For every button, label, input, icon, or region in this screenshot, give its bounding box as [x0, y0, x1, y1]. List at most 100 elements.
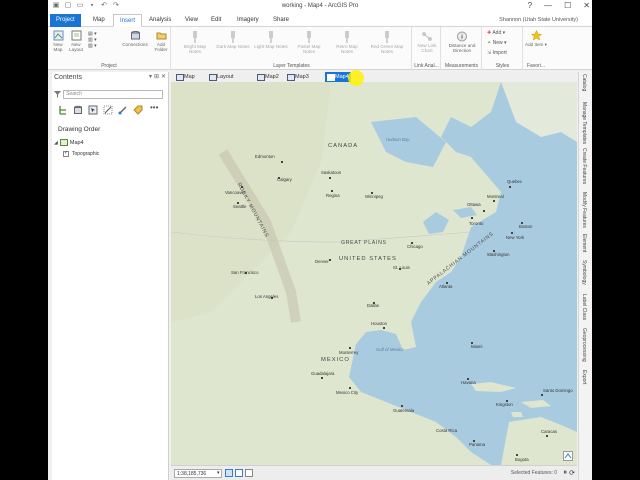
city-marker: [493, 200, 495, 202]
snapping-icon[interactable]: [118, 105, 128, 115]
light-map-notes-button[interactable]: Light Map Notes: [254, 31, 288, 49]
tab-project[interactable]: Project: [50, 14, 81, 27]
group-label-project: Project: [101, 63, 117, 69]
city-label: Ottawa: [467, 202, 481, 207]
city-label: Denver: [315, 259, 329, 264]
collapse-icon[interactable]: ◢: [54, 140, 58, 146]
city-label: Regina: [326, 193, 340, 198]
city-label: Miami: [471, 344, 483, 349]
label-great-plains: GREAT PLAINS: [341, 240, 387, 246]
selection-icon[interactable]: [88, 105, 98, 115]
view-tab-map[interactable]: Map: [174, 72, 195, 82]
pane-menu-icon[interactable]: ▾: [149, 72, 152, 83]
map-node[interactable]: ◢ Map4: [54, 139, 84, 146]
map-icon: [59, 139, 68, 146]
dock-tab-symbology[interactable]: Symbology: [581, 260, 587, 285]
new-layout-button[interactable]: New Layout: [67, 30, 85, 52]
dock-tab-label-class[interactable]: Label Class: [581, 294, 587, 320]
city-marker: [331, 190, 333, 192]
pause-drawing-icon[interactable]: ⏸: [564, 469, 568, 477]
dark-map-notes-button[interactable]: Dark Map Notes: [216, 31, 250, 49]
label-mexico: MEXICO: [321, 357, 350, 363]
city-marker: [483, 210, 485, 212]
new-style-button[interactable]: ✦ New ▾: [487, 40, 507, 46]
group-styles: ✚ Add ▾ ✦ New ▾ ⇲ Import Styles: [483, 27, 523, 70]
new-link-chart-button[interactable]: New Link Chart: [414, 31, 440, 53]
city-label: Vancouver: [225, 190, 246, 195]
close-button[interactable]: ✕: [583, 1, 590, 10]
city-marker: [546, 435, 548, 437]
dock-tab-geoprocessing[interactable]: Geoprocessing: [581, 328, 587, 362]
tab-edit[interactable]: Edit: [205, 14, 227, 27]
layer-visibility-checkbox[interactable]: [63, 150, 69, 157]
scale-dropdown-icon[interactable]: ▾: [217, 470, 220, 476]
distance-direction-button[interactable]: Distance and Direction: [443, 31, 481, 53]
city-label: Kingston: [496, 402, 513, 407]
connections-button[interactable]: Connections: [120, 30, 150, 47]
scale-input[interactable]: 1:38,185,736: [174, 469, 222, 478]
retro-map-notes-button[interactable]: Retro Map Notes: [330, 31, 364, 54]
group-project: New Map New Layout ▤ ▾ ▥ ▾ ▧ ▾ Connectio…: [48, 27, 171, 70]
add-folder-button[interactable]: Add Folder: [152, 30, 170, 52]
city-marker: [471, 217, 473, 219]
dock-tab-export[interactable]: Export: [581, 370, 587, 384]
layer-topographic[interactable]: Topographic: [63, 150, 99, 157]
dock-tab-element[interactable]: Element: [581, 234, 587, 252]
pin-icon[interactable]: ⊞: [154, 72, 159, 83]
pushpin-icon: [345, 31, 349, 43]
new-map-button[interactable]: New Map: [50, 30, 66, 52]
contents-header: Contents ▾ ⊞ ✕: [52, 72, 168, 83]
city-label: Monterrey: [339, 350, 359, 355]
toolbox-icon[interactable]: ▧ ▾: [88, 43, 97, 49]
help-button[interactable]: ?: [528, 1, 532, 10]
pushpin-icon: [307, 31, 311, 43]
bright-map-notes-button[interactable]: Bright Map Notes: [178, 31, 212, 54]
view-tab-map3[interactable]: Map3: [285, 72, 309, 82]
view-tab-map4[interactable]: Map4: [325, 72, 351, 82]
attribution-icon[interactable]: [563, 451, 573, 461]
search-input[interactable]: Search: [63, 90, 163, 99]
dock-tab-create-features[interactable]: Create Features: [581, 148, 587, 184]
dock-tab-modify-features[interactable]: Modify Features: [581, 192, 587, 228]
city-marker: [321, 377, 323, 379]
group-label-layer-templates: Layer Templates: [273, 63, 310, 69]
pastel-map-notes-button[interactable]: Pastel Map Notes: [292, 31, 326, 54]
city-label: Los Angeles: [255, 294, 279, 299]
tab-insert[interactable]: Insert: [113, 14, 143, 27]
city-label: Boston: [519, 224, 533, 229]
view-tab-map2[interactable]: Map2: [255, 72, 279, 82]
tab-imagery[interactable]: Imagery: [231, 14, 265, 27]
city-label: Chicago: [407, 244, 423, 249]
more-icon[interactable]: •••: [150, 104, 160, 115]
tab-analysis[interactable]: Analysis: [143, 14, 177, 27]
signed-in-user[interactable]: Shannon (Utah State University): [499, 17, 578, 23]
red-green-map-notes-button[interactable]: Red Green Map Notes: [368, 31, 406, 54]
filter-icon[interactable]: [54, 91, 61, 98]
rotation-icon[interactable]: [235, 469, 243, 477]
city-marker: [349, 347, 351, 349]
import-style-button[interactable]: ⇲ Import: [487, 50, 507, 56]
dock-tab-catalog[interactable]: Catalog: [581, 74, 587, 91]
data-source-icon[interactable]: [73, 105, 83, 115]
map-view[interactable]: CANADA UNITED STATES MEXICO GREAT PLAINS…: [171, 82, 577, 465]
add-item-button[interactable]: Add Item ▾: [525, 30, 547, 47]
tab-view[interactable]: View: [179, 14, 204, 27]
maximize-button[interactable]: ☐: [564, 1, 571, 10]
pane-close-icon[interactable]: ✕: [161, 72, 166, 83]
coordinate-system-icon[interactable]: [245, 469, 253, 477]
status-bar: 1:38,185,736 ▾ Selected Features: 0 ⏸ ⟳: [171, 465, 577, 480]
labeling-icon[interactable]: [133, 105, 143, 115]
group-label-styles: Styles: [495, 63, 510, 69]
tab-share[interactable]: Share: [267, 14, 295, 27]
add-style-button[interactable]: ✚ Add ▾: [487, 30, 505, 36]
refresh-icon[interactable]: ⟳: [569, 469, 575, 477]
minimize-button[interactable]: —: [544, 1, 552, 10]
editing-icon[interactable]: [103, 105, 113, 115]
view-tab-layout[interactable]: Layout: [207, 72, 234, 82]
tab-map[interactable]: Map: [87, 14, 111, 27]
drawing-order-icon[interactable]: [58, 105, 68, 115]
selected-features-count: Selected Features: 0: [510, 470, 557, 476]
city-marker: [516, 454, 518, 456]
grid-icon[interactable]: [225, 469, 233, 477]
dock-tab-manage-templates[interactable]: Manage Templates: [581, 102, 587, 144]
